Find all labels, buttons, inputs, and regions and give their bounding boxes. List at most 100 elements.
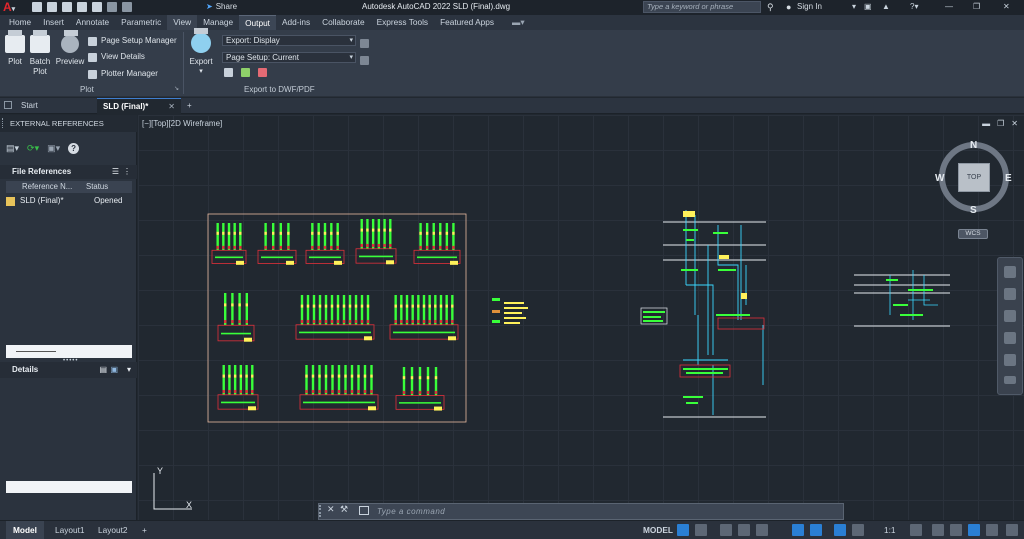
change-path-icon[interactable]: ▣▾ [47,143,60,154]
save-as-icon[interactable] [77,2,87,12]
pan-icon[interactable] [1004,288,1016,300]
panel-expand-icon[interactable]: ↘ [174,85,179,92]
compass-west[interactable]: W [935,173,944,184]
exchange-icon[interactable]: ▲ [882,0,890,14]
tree-view-icon[interactable]: ⋮ [123,165,131,179]
tab-layout2[interactable]: Layout2 [98,521,128,539]
details-icon[interactable]: ▤ [99,362,107,378]
column-reference-name[interactable]: Reference N... [22,181,72,193]
publish-icon[interactable] [224,68,233,77]
command-grip[interactable] [319,505,325,517]
cart-icon[interactable]: ▣ [864,0,872,14]
tab-output[interactable]: Output [239,15,276,30]
page-setup-options-icon[interactable] [360,52,369,70]
export-select[interactable]: Export: Display [222,35,356,46]
polar-icon[interactable] [738,524,750,536]
units-icon[interactable] [950,524,962,536]
attach-dwg-icon[interactable]: ▤▾ [6,143,19,154]
compass-south[interactable]: S [970,205,977,216]
preview-icon[interactable]: ▣ [110,362,118,378]
ortho-icon[interactable] [720,524,732,536]
view-details-button[interactable]: View Details [88,51,145,63]
palette-grip[interactable] [2,118,4,128]
command-history-icon[interactable] [359,506,369,515]
save-icon[interactable] [62,2,72,12]
dropdown-icon[interactable]: ▾ [852,0,856,14]
annotation-visibility-icon[interactable] [834,524,846,536]
customize-command-icon[interactable]: ⚒ [340,504,348,515]
isolate-objects-icon[interactable] [986,524,998,536]
plot-icon[interactable] [92,2,102,12]
close-tab-icon[interactable]: ✕ [168,99,175,115]
new-tab-button[interactable]: + [187,98,192,114]
details-scroll-area[interactable] [6,481,132,493]
page-setup-manager-button[interactable]: Page Setup Manager [88,35,177,47]
workspace-gear-icon[interactable] [910,524,922,536]
tab-add-ins[interactable]: Add-ins [276,15,316,30]
list-view-icon[interactable]: ☰ [112,165,119,179]
drawing-canvas[interactable]: [−][Top][2D Wireframe] ▬ ❐ ✕ N S E W TOP… [138,115,1024,520]
tab-featured-apps[interactable]: Featured Apps [434,15,500,30]
wcs-menu[interactable]: WCS [958,229,988,239]
zoom-icon[interactable] [1004,310,1016,322]
hardware-acceleration-icon[interactable] [968,524,980,536]
undo-icon[interactable] [107,2,117,12]
details-dropdown-icon[interactable]: ▾ [127,362,131,378]
isodraft-icon[interactable] [756,524,768,536]
redo-icon[interactable] [122,2,132,12]
search-icon[interactable]: ⚲ [767,0,774,14]
annotation-scale[interactable]: 1:1 [884,521,896,539]
showmotion-icon[interactable] [1004,354,1016,366]
table-row[interactable]: SLD (Final)* Opened [6,195,132,207]
new-file-icon[interactable] [32,2,42,12]
tab-parametric[interactable]: Parametric [115,15,167,30]
tab-sld-final[interactable]: SLD (Final)* ✕ [97,98,181,114]
export-button[interactable]: Export ▾ [187,28,215,77]
open-file-icon[interactable] [47,2,57,12]
steering-wheel-icon[interactable] [1004,266,1016,278]
tab-model[interactable]: Model [6,521,44,539]
tab-insert[interactable]: Insert [37,15,70,30]
help-icon[interactable]: ? [68,142,80,154]
plot-button[interactable]: Plot [4,30,26,67]
refresh-icon[interactable]: ⟳▾ [27,143,39,154]
grid-icon[interactable] [677,524,689,536]
search-input[interactable]: Type a keyword or phrase [643,1,761,13]
add-layout-button[interactable]: + [142,521,147,539]
app-menu-icon[interactable] [4,101,12,109]
batch-plot-button[interactable]: Batch Plot [28,30,52,77]
ribbon-options-icon[interactable]: ▬▾ [506,15,530,30]
annotation-monitor-icon[interactable] [932,524,944,536]
tab-annotate[interactable]: Annotate [70,15,115,30]
export-pdf-icon[interactable] [258,68,267,77]
snap-icon[interactable] [695,524,707,536]
share-button[interactable]: ➤ Share [206,0,237,14]
help-icon[interactable]: ?▾ [910,0,918,14]
autocad-logo-icon[interactable]: A▾ [3,0,21,14]
tab-collaborate[interactable]: Collaborate [316,15,370,30]
orbit-icon[interactable] [1004,332,1016,344]
file-references-scroll-area[interactable] [6,345,132,358]
minimize-icon[interactable]: — [945,0,953,14]
sign-in-button[interactable]: Sign In [797,0,822,14]
restore-icon[interactable]: ❐ [973,0,980,14]
command-input[interactable]: Type a command [357,504,843,519]
column-status[interactable]: Status [86,181,108,193]
tab-view[interactable]: View [167,15,198,30]
viewcube-top-face[interactable]: TOP [958,163,990,192]
close-command-icon[interactable]: ✕ [327,504,335,515]
export-dwf-icon[interactable] [241,68,250,77]
tab-express-tools[interactable]: Express Tools [371,15,435,30]
tab-home[interactable]: Home [3,15,37,30]
osnap-icon[interactable] [810,524,822,536]
plotter-manager-button[interactable]: Plotter Manager [88,68,158,80]
export-options-icon[interactable] [360,35,369,53]
compass-east[interactable]: E [1005,173,1012,184]
preview-button[interactable]: Preview [55,30,85,67]
page-setup-select[interactable]: Page Setup: Current [222,52,356,63]
tab-start[interactable]: Start [21,98,38,114]
tab-layout1[interactable]: Layout1 [55,521,85,539]
osnap-tracking-icon[interactable] [792,524,804,536]
customization-icon[interactable] [1006,524,1018,536]
navbar-options-icon[interactable] [1004,376,1016,384]
